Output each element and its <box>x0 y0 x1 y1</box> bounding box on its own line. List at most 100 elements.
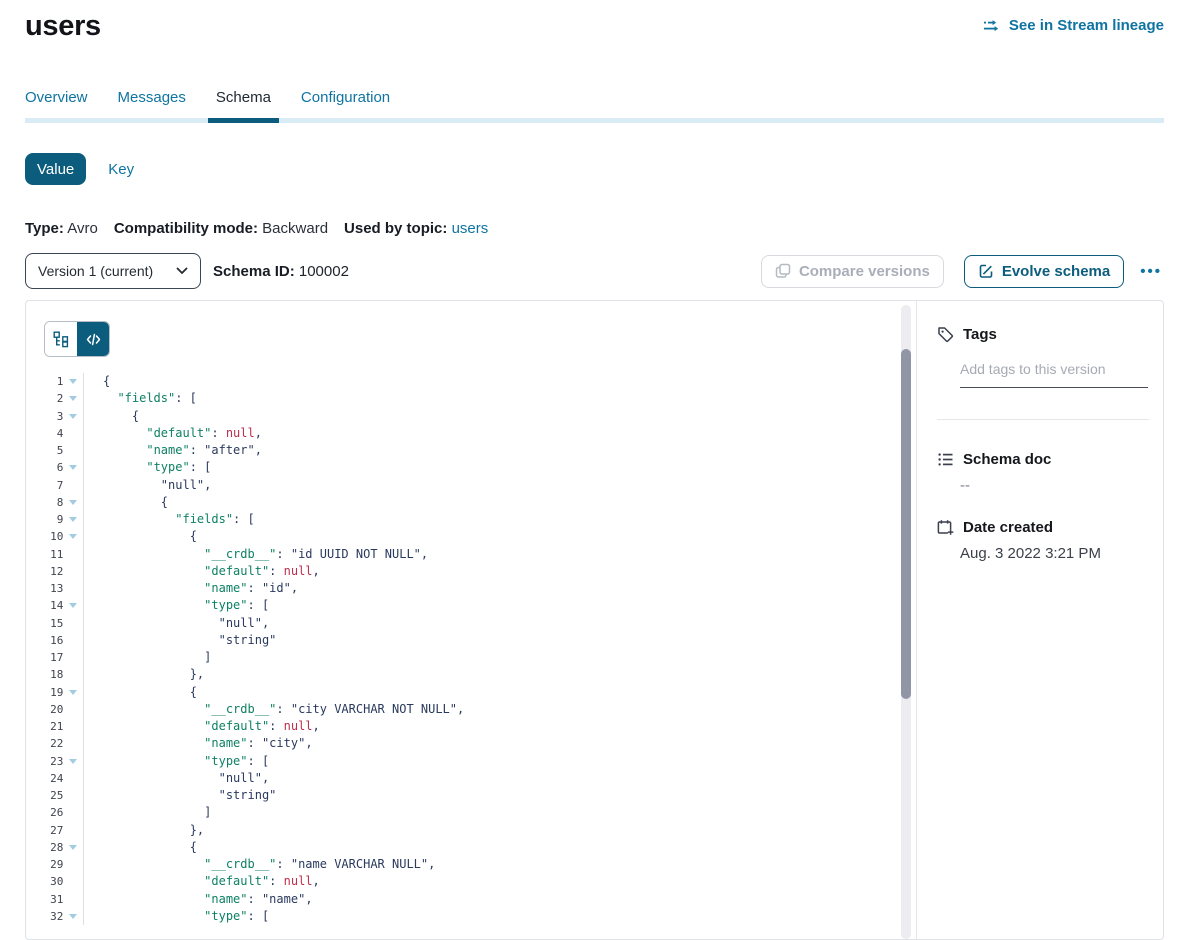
tab-overview[interactable]: Overview <box>25 89 88 123</box>
fold-arrow-icon[interactable] <box>69 759 77 764</box>
code-text: "type": [ <box>84 459 211 476</box>
fold-arrow-icon[interactable] <box>69 914 77 919</box>
key-toggle-button[interactable]: Key <box>108 161 134 178</box>
line-number: 3 <box>26 408 63 425</box>
code-text: "type": [ <box>84 753 269 770</box>
stream-lineage-link[interactable]: See in Stream lineage <box>983 17 1164 34</box>
line-number: 30 <box>26 873 63 890</box>
line-number: 2 <box>26 390 63 407</box>
line-number: 16 <box>26 632 63 649</box>
scrollbar-thumb[interactable] <box>901 349 911 699</box>
tab-configuration[interactable]: Configuration <box>301 89 390 123</box>
code-text: }, <box>84 822 204 839</box>
tab-schema[interactable]: Schema <box>216 89 271 123</box>
code-text: "null", <box>84 615 269 632</box>
value-toggle-button[interactable]: Value <box>25 153 86 185</box>
more-actions-button[interactable]: ••• <box>1138 260 1164 283</box>
evolve-schema-button[interactable]: Evolve schema <box>964 255 1124 288</box>
code-view-icon <box>86 333 101 346</box>
fold-arrow-icon[interactable] <box>69 414 77 419</box>
compare-icon <box>775 263 791 279</box>
schema-doc-value: -- <box>960 477 970 494</box>
line-number: 18 <box>26 666 63 683</box>
gutter: 4 <box>26 425 84 442</box>
code-text: { <box>84 373 110 390</box>
code-text: "__crdb__": "city VARCHAR NOT NULL", <box>84 701 464 718</box>
tags-section-header: Tags <box>937 326 997 343</box>
code-text: "string" <box>84 632 276 649</box>
tab-messages[interactable]: Messages <box>118 89 186 123</box>
code-text: "default": null, <box>84 425 262 442</box>
active-tab-indicator <box>208 118 279 123</box>
stream-lineage-label: See in Stream lineage <box>1009 17 1164 34</box>
code-text: "default": null, <box>84 873 320 890</box>
code-editor-content: 1{2"fields": [3{4"default": null,5"name"… <box>26 373 900 939</box>
fold-arrow-icon[interactable] <box>69 500 77 505</box>
gutter: 9 <box>26 511 84 528</box>
tabbar: Overview Messages Schema Configuration <box>25 89 1164 123</box>
gutter: 20 <box>26 701 84 718</box>
gutter: 29 <box>26 856 84 873</box>
line-number: 11 <box>26 546 63 563</box>
tree-view-button[interactable] <box>45 322 77 356</box>
edit-icon <box>978 263 994 279</box>
line-number: 21 <box>26 718 63 735</box>
line-number: 17 <box>26 649 63 666</box>
code-line: 25"string" <box>26 787 900 804</box>
code-line: 30 "default": null, <box>26 873 900 890</box>
code-line: 15"null", <box>26 615 900 632</box>
fold-arrow-icon[interactable] <box>69 465 77 470</box>
code-line: 21 "default": null, <box>26 718 900 735</box>
sidebar-divider <box>937 419 1149 420</box>
code-line: 31"name": "name", <box>26 891 900 908</box>
schema-id-field: Schema ID: 100002 <box>213 263 349 280</box>
gutter: 26 <box>26 804 84 821</box>
code-text: "type": [ <box>84 908 269 925</box>
fold-arrow-icon[interactable] <box>69 534 77 539</box>
list-icon <box>937 451 954 468</box>
version-select[interactable]: Version 1 (current) <box>25 253 201 289</box>
code-line: 17] <box>26 649 900 666</box>
line-number: 14 <box>26 597 63 614</box>
gutter: 5 <box>26 442 84 459</box>
line-number: 6 <box>26 459 63 476</box>
line-number: 12 <box>26 563 63 580</box>
code-text: }, <box>84 666 204 683</box>
fold-arrow-icon[interactable] <box>69 517 77 522</box>
code-line: 20"__crdb__": "city VARCHAR NOT NULL", <box>26 701 900 718</box>
code-text: "default": null, <box>84 718 320 735</box>
fold-arrow-icon[interactable] <box>69 690 77 695</box>
gutter: 15 <box>26 615 84 632</box>
add-tags-input[interactable] <box>960 361 1148 388</box>
line-number: 8 <box>26 494 63 511</box>
fold-arrow-icon[interactable] <box>69 396 77 401</box>
stream-lineage-icon <box>983 18 1002 33</box>
compare-versions-button[interactable]: Compare versions <box>761 255 944 288</box>
fold-arrow-icon[interactable] <box>69 603 77 608</box>
type-field: Type: Avro <box>25 220 98 237</box>
code-line: 14"type": [ <box>26 597 900 614</box>
schema-panel: 1{2"fields": [3{4"default": null,5"name"… <box>25 300 1164 940</box>
schema-meta: Type: Avro Compatibility mode: Backward … <box>25 220 488 237</box>
code-text: "__crdb__": "name VARCHAR NULL", <box>84 856 435 873</box>
gutter: 8 <box>26 494 84 511</box>
gutter: 18 <box>26 666 84 683</box>
gutter: 24 <box>26 770 84 787</box>
gutter: 11 <box>26 546 84 563</box>
date-created-header: Date created <box>937 519 1053 536</box>
code-text: "name": "name", <box>84 891 313 908</box>
code-text: "null", <box>84 477 211 494</box>
code-line: 8{ <box>26 494 900 511</box>
code-line: 13"name": "id", <box>26 580 900 597</box>
gutter: 12 <box>26 563 84 580</box>
code-text: "fields": [ <box>84 511 255 528</box>
gutter: 10 <box>26 528 84 545</box>
gutter: 31 <box>26 891 84 908</box>
code-view-button[interactable] <box>77 322 109 356</box>
topic-link[interactable]: users <box>452 220 489 237</box>
version-select-value: Version 1 (current) <box>38 263 153 279</box>
code-line: 4"default": null, <box>26 425 900 442</box>
fold-arrow-icon[interactable] <box>69 379 77 384</box>
code-line: 7"null", <box>26 477 900 494</box>
fold-arrow-icon[interactable] <box>69 845 77 850</box>
